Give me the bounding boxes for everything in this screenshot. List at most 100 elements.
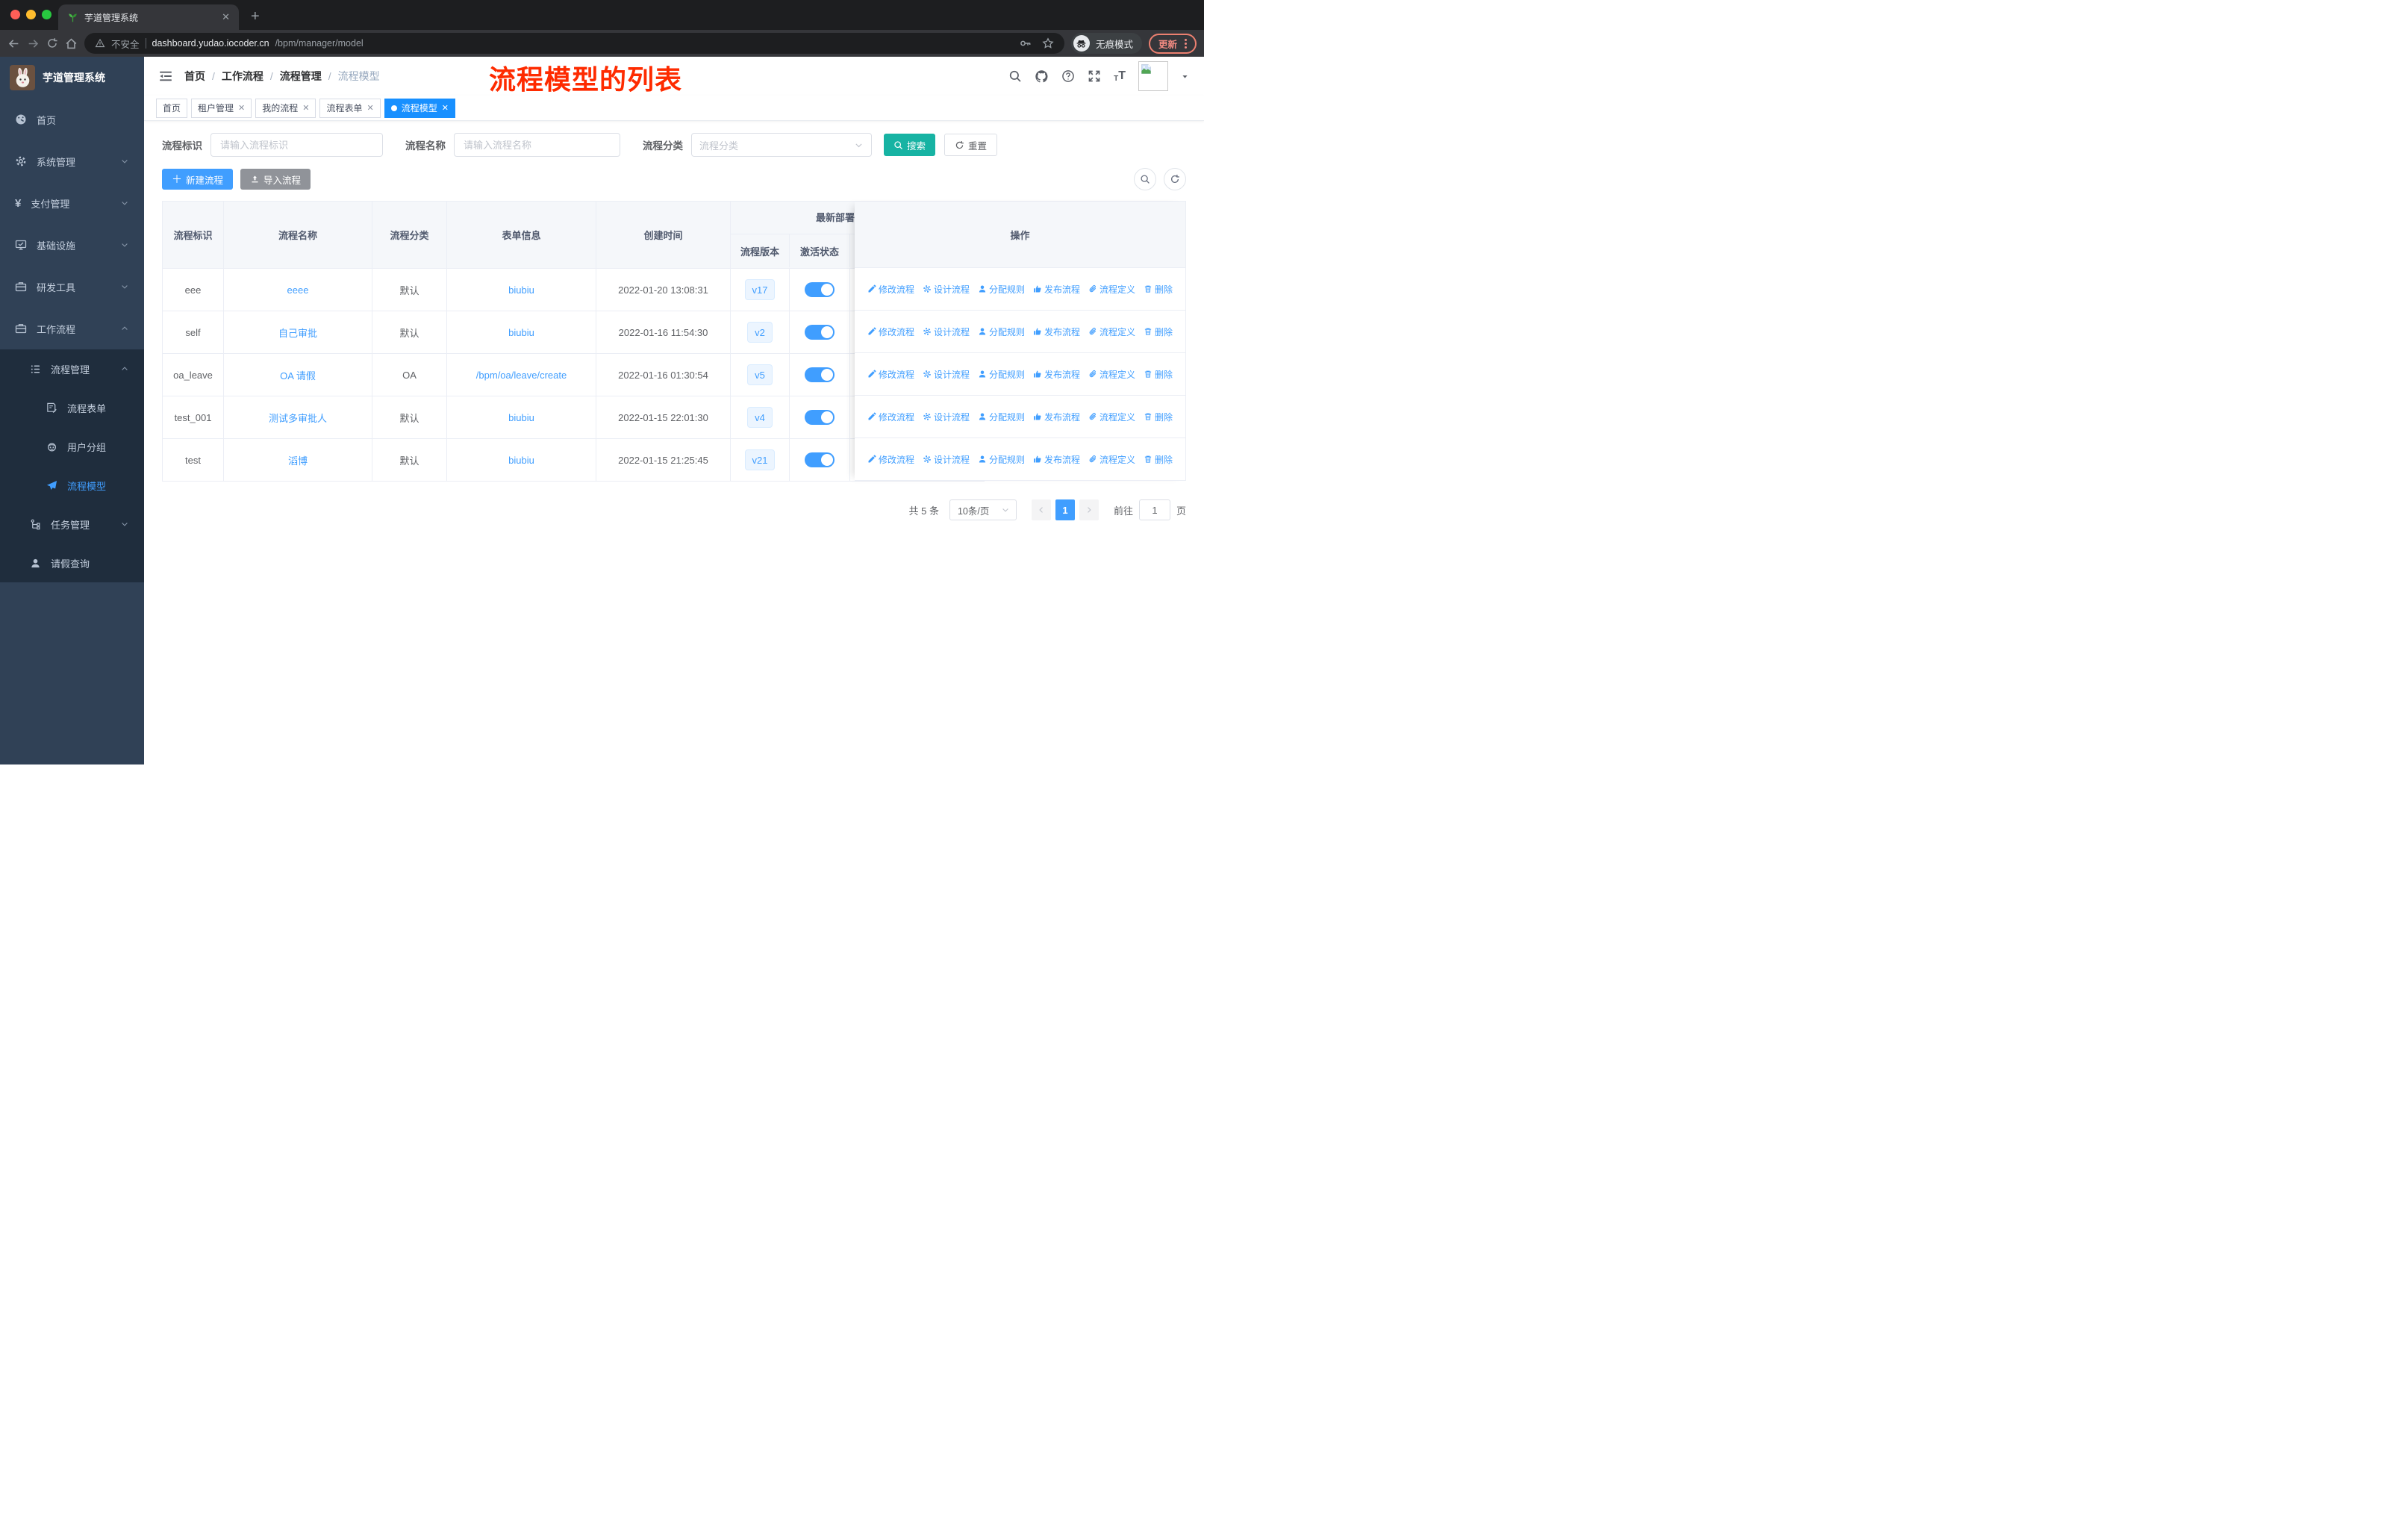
current-page-button[interactable]: 1: [1055, 499, 1075, 520]
url-bar[interactable]: 不安全 dashboard.yudao.iocoder.cn/bpm/manag…: [84, 33, 1064, 54]
browser-tab[interactable]: 芋道管理系统 ✕: [58, 4, 239, 30]
publish-process-link[interactable]: 发布流程: [1033, 368, 1080, 381]
tab-close-icon[interactable]: ✕: [367, 103, 374, 113]
close-window-button[interactable]: [10, 10, 20, 19]
edit-process-link[interactable]: 修改流程: [867, 326, 914, 338]
sidebar-item-home[interactable]: 首页: [0, 99, 144, 140]
tab-my-process[interactable]: 我的流程 ✕: [255, 98, 316, 118]
design-process-link[interactable]: 设计流程: [923, 283, 970, 296]
delete-link[interactable]: 删除: [1144, 411, 1173, 423]
next-page-button[interactable]: [1079, 499, 1099, 520]
publish-process-link[interactable]: 发布流程: [1033, 326, 1080, 338]
sidebar-item-system[interactable]: 系统管理: [0, 140, 144, 182]
forward-icon[interactable]: [27, 37, 40, 50]
assign-rule-link[interactable]: 分配规则: [978, 283, 1025, 296]
form-info-link[interactable]: biubiu: [508, 284, 534, 296]
publish-process-link[interactable]: 发布流程: [1033, 411, 1080, 423]
avatar-caret-icon[interactable]: [1181, 72, 1189, 81]
create-process-button[interactable]: ＋ 新建流程: [162, 169, 234, 190]
process-definition-link[interactable]: 流程定义: [1088, 411, 1135, 423]
avatar[interactable]: [1138, 61, 1168, 91]
prev-page-button[interactable]: [1031, 499, 1051, 520]
sidebar-item-payment[interactable]: ¥ 支付管理: [0, 182, 144, 224]
process-name-link[interactable]: eeee: [287, 284, 309, 296]
tab-process-model[interactable]: 流程模型 ✕: [384, 98, 455, 118]
active-toggle[interactable]: [805, 410, 835, 425]
edit-process-link[interactable]: 修改流程: [867, 368, 914, 381]
new-tab-button[interactable]: +: [251, 9, 260, 24]
active-toggle[interactable]: [805, 452, 835, 467]
process-name-link[interactable]: 滔博: [288, 453, 308, 467]
edit-process-link[interactable]: 修改流程: [867, 411, 914, 423]
process-definition-link[interactable]: 流程定义: [1088, 326, 1135, 338]
font-size-icon[interactable]: TT: [1114, 69, 1126, 83]
process-name-link[interactable]: OA 请假: [280, 368, 316, 382]
design-process-link[interactable]: 设计流程: [923, 411, 970, 423]
assign-rule-link[interactable]: 分配规则: [978, 453, 1025, 466]
key-icon[interactable]: [1020, 37, 1032, 49]
sidebar-item-infra[interactable]: 基础设施: [0, 224, 144, 266]
maximize-window-button[interactable]: [42, 10, 52, 19]
tab-home[interactable]: 首页: [156, 98, 188, 118]
edit-process-link[interactable]: 修改流程: [867, 453, 914, 466]
breadcrumb-process-mgmt[interactable]: 流程管理: [280, 69, 322, 84]
help-icon[interactable]: [1061, 69, 1075, 83]
active-toggle[interactable]: [805, 282, 835, 297]
bookmark-star-icon[interactable]: [1042, 37, 1054, 49]
back-icon[interactable]: [7, 37, 20, 50]
delete-link[interactable]: 删除: [1144, 368, 1173, 381]
breadcrumb-home[interactable]: 首页: [184, 69, 205, 84]
sidebar-item-process-model[interactable]: 流程模型: [0, 466, 144, 505]
delete-link[interactable]: 删除: [1144, 453, 1173, 466]
assign-rule-link[interactable]: 分配规则: [978, 368, 1025, 381]
process-id-input[interactable]: [210, 133, 383, 157]
sidebar-item-process-mgmt[interactable]: 流程管理: [0, 349, 144, 388]
assign-rule-link[interactable]: 分配规则: [978, 326, 1025, 338]
search-icon[interactable]: [1008, 69, 1022, 83]
process-definition-link[interactable]: 流程定义: [1088, 453, 1135, 466]
delete-link[interactable]: 删除: [1144, 326, 1173, 338]
browser-update-button[interactable]: 更新: [1148, 33, 1197, 54]
sidebar-item-task-mgmt[interactable]: 任务管理: [0, 505, 144, 544]
process-category-select[interactable]: 流程分类: [691, 133, 872, 157]
reset-button[interactable]: 重置: [944, 134, 998, 156]
sidebar-item-user-group[interactable]: 用户分组: [0, 427, 144, 466]
active-toggle[interactable]: [805, 367, 835, 382]
home-icon[interactable]: [65, 37, 78, 50]
sidebar-item-workflow[interactable]: 工作流程: [0, 308, 144, 349]
form-info-link[interactable]: /bpm/oa/leave/create: [476, 370, 567, 381]
show-search-button[interactable]: [1134, 168, 1156, 190]
process-name-link[interactable]: 自己审批: [278, 326, 317, 340]
tab-close-icon[interactable]: ✕: [302, 103, 309, 113]
app-logo[interactable]: 芋道管理系统: [0, 57, 144, 99]
browser-menu-icon[interactable]: [1185, 38, 1187, 49]
design-process-link[interactable]: 设计流程: [923, 326, 970, 338]
form-info-link[interactable]: biubiu: [508, 327, 534, 338]
active-toggle[interactable]: [805, 325, 835, 340]
tab-close-icon[interactable]: ✕: [238, 103, 245, 113]
import-process-button[interactable]: 导入流程: [240, 169, 311, 190]
design-process-link[interactable]: 设计流程: [923, 453, 970, 466]
tab-close-icon[interactable]: ✕: [222, 11, 230, 23]
minimize-window-button[interactable]: [26, 10, 36, 19]
process-definition-link[interactable]: 流程定义: [1088, 283, 1135, 296]
publish-process-link[interactable]: 发布流程: [1033, 283, 1080, 296]
refresh-table-button[interactable]: [1164, 168, 1186, 190]
sidebar-item-process-form[interactable]: 流程表单: [0, 388, 144, 427]
goto-page-input[interactable]: [1138, 499, 1170, 520]
process-definition-link[interactable]: 流程定义: [1088, 368, 1135, 381]
delete-link[interactable]: 删除: [1144, 283, 1173, 296]
reload-icon[interactable]: [46, 37, 58, 49]
sidebar-item-leave-query[interactable]: 请假查询: [0, 544, 144, 582]
form-info-link[interactable]: biubiu: [508, 412, 534, 423]
design-process-link[interactable]: 设计流程: [923, 368, 970, 381]
assign-rule-link[interactable]: 分配规则: [978, 411, 1025, 423]
process-name-input[interactable]: [454, 133, 620, 157]
github-icon[interactable]: [1035, 69, 1049, 84]
breadcrumb-workflow[interactable]: 工作流程: [222, 69, 263, 84]
page-size-select[interactable]: 10条/页: [949, 499, 1017, 520]
tab-tenant[interactable]: 租户管理 ✕: [191, 98, 252, 118]
tab-process-form[interactable]: 流程表单 ✕: [319, 98, 381, 118]
sidebar-item-devtools[interactable]: 研发工具: [0, 266, 144, 308]
publish-process-link[interactable]: 发布流程: [1033, 453, 1080, 466]
